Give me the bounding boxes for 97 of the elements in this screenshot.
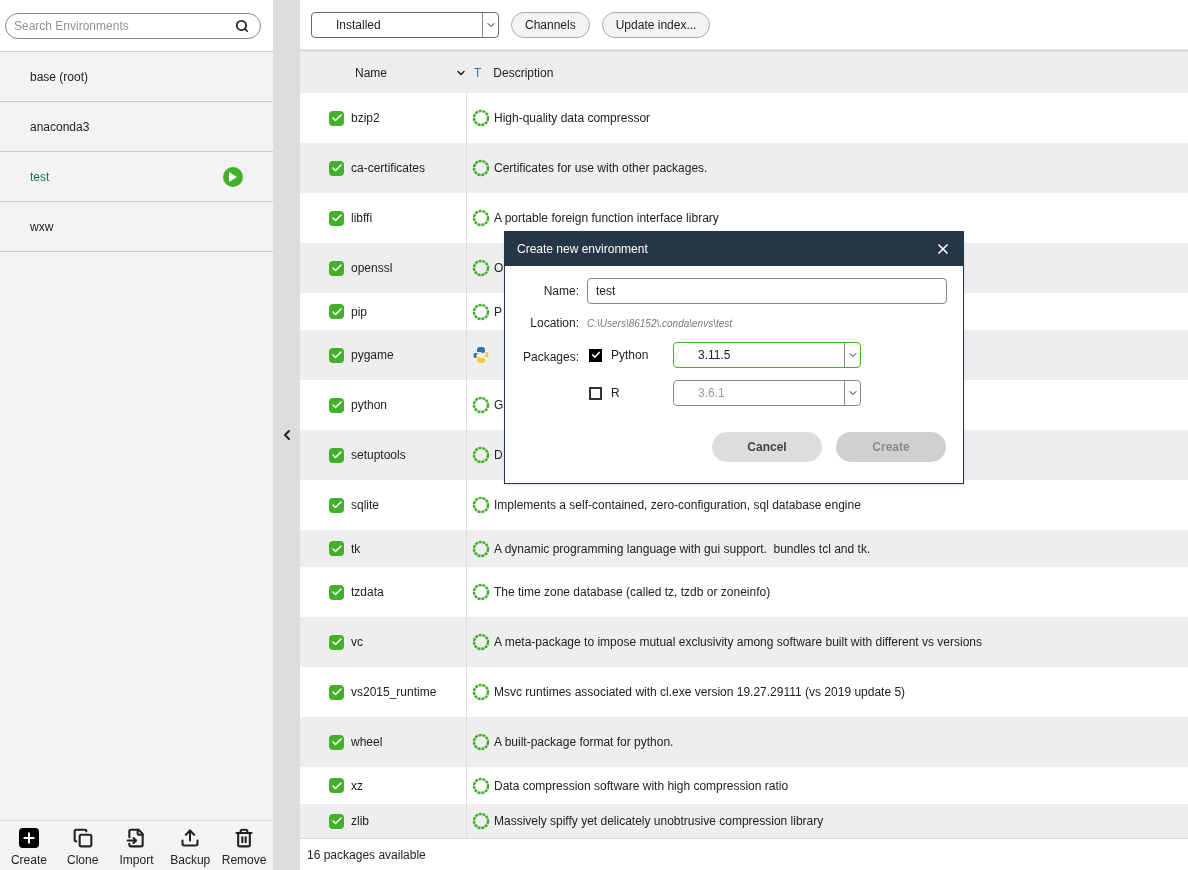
package-name: openssl bbox=[351, 260, 393, 277]
package-description: Implements a self-contained, zero-configuration, sql database engine bbox=[494, 497, 861, 514]
package-name: wheel bbox=[351, 734, 383, 751]
column-header[interactable]: Name bbox=[355, 63, 455, 82]
name-field[interactable]: test bbox=[587, 278, 947, 304]
checkbox[interactable] bbox=[329, 260, 344, 276]
dialog-title: Create new environment bbox=[517, 241, 648, 258]
ring-icon bbox=[472, 539, 490, 558]
package-name: vc bbox=[351, 634, 363, 651]
package-name: tzdata bbox=[351, 584, 384, 601]
checkbox[interactable] bbox=[329, 684, 344, 700]
play-icon[interactable] bbox=[223, 166, 243, 187]
package-description: G bbox=[494, 397, 504, 414]
toolbar-button[interactable]: Backup bbox=[163, 828, 218, 869]
toolbar-button[interactable]: Update index... bbox=[601, 11, 711, 38]
environment-item[interactable]: test bbox=[0, 152, 273, 202]
trash-icon bbox=[234, 828, 255, 848]
package-name: libffi bbox=[351, 210, 373, 227]
package-name: xz bbox=[351, 777, 363, 795]
search-icon bbox=[235, 18, 249, 33]
checkbox[interactable] bbox=[589, 386, 602, 400]
package-name: zlib bbox=[351, 813, 369, 830]
checkbox[interactable] bbox=[329, 447, 344, 463]
ring-icon bbox=[472, 446, 490, 464]
package-description: A meta-package to impose mutual exclusivity among software built with different vs versions bbox=[494, 634, 982, 651]
checkbox[interactable] bbox=[329, 734, 344, 750]
package-label: R bbox=[611, 385, 621, 402]
ring-icon bbox=[472, 812, 490, 830]
ring-icon bbox=[472, 109, 490, 127]
plus-square-icon bbox=[18, 828, 39, 848]
ring-icon bbox=[472, 733, 490, 751]
package-description: P bbox=[494, 303, 502, 321]
package-name: setuptools bbox=[351, 447, 406, 464]
checkbox[interactable] bbox=[329, 210, 344, 226]
ring-icon bbox=[472, 776, 490, 795]
package-name: pip bbox=[351, 303, 367, 321]
package-description: D bbox=[494, 447, 503, 464]
ring-icon bbox=[472, 683, 490, 701]
package-description: Data compression software with high compression ratio bbox=[494, 777, 789, 795]
copy-icon bbox=[72, 828, 93, 848]
ring-icon bbox=[472, 396, 490, 414]
ring-icon bbox=[472, 583, 490, 601]
package-description: A portable foreign function interface library bbox=[494, 210, 719, 227]
location-path: C:\Users\86152\.conda\envs\test bbox=[587, 316, 734, 331]
toolbar-button[interactable]: Remove bbox=[217, 828, 271, 869]
search-field[interactable]: Search Environments bbox=[5, 12, 261, 39]
column-header[interactable]: T bbox=[474, 63, 482, 82]
package-description: Msvc runtimes associated with cl.exe version 19.27.29111 (vs 2019 update 5) bbox=[494, 684, 906, 701]
package-description: O bbox=[494, 260, 504, 277]
checkbox[interactable] bbox=[329, 110, 344, 126]
checkbox[interactable] bbox=[329, 541, 344, 556]
package-name: python bbox=[351, 397, 388, 414]
checkbox[interactable] bbox=[329, 634, 344, 650]
checkbox[interactable] bbox=[329, 584, 344, 600]
checkbox[interactable] bbox=[329, 397, 344, 413]
package-description: The time zone database (called tz, tzdb or zoneinfo) bbox=[494, 584, 771, 601]
checkbox[interactable] bbox=[329, 347, 344, 363]
field-label: Location: bbox=[529, 315, 579, 332]
package-name: tk bbox=[351, 540, 361, 558]
field-label: Name: bbox=[542, 283, 579, 300]
package-description: A dynamic programming language with gui support. bundles tcl and tk. bbox=[494, 540, 871, 558]
package-description: Massively spiffy yet delicately unobtrusive compression library bbox=[494, 813, 824, 830]
package-name: ca-certificates bbox=[351, 160, 426, 177]
toolbar-button[interactable]: Clone bbox=[55, 828, 110, 869]
ring-icon bbox=[472, 496, 490, 514]
toolbar-button[interactable]: Import bbox=[109, 828, 164, 869]
checkbox[interactable] bbox=[329, 778, 344, 793]
filter-dropdown[interactable]: Installed bbox=[311, 11, 499, 38]
dialog-button[interactable]: Cancel bbox=[712, 432, 822, 462]
upload-icon bbox=[180, 828, 201, 848]
field-label: Packages: bbox=[521, 349, 579, 366]
checkbox[interactable] bbox=[589, 348, 602, 362]
package-description: High-quality data compressor bbox=[494, 110, 651, 127]
package-description: Certificates for use with other packages. bbox=[494, 160, 708, 177]
toolbar-button[interactable]: Channels bbox=[511, 11, 590, 38]
toolbar-button[interactable]: Create bbox=[2, 828, 56, 869]
checkbox[interactable] bbox=[329, 304, 344, 319]
close-icon[interactable] bbox=[935, 241, 951, 257]
version-dropdown[interactable]: 3.11.5 bbox=[673, 342, 861, 368]
python-logo-icon bbox=[472, 346, 490, 364]
package-name: pygame bbox=[351, 347, 394, 364]
package-description: A built-package format for python. bbox=[494, 734, 674, 751]
column-header[interactable]: Description bbox=[493, 63, 554, 82]
ring-icon bbox=[472, 209, 490, 227]
package-label: Python bbox=[611, 347, 650, 364]
checkbox[interactable] bbox=[329, 160, 344, 176]
ring-icon bbox=[472, 302, 490, 321]
ring-icon bbox=[472, 159, 490, 177]
package-name: bzip2 bbox=[351, 110, 380, 127]
package-name: sqlite bbox=[351, 497, 379, 514]
ring-icon bbox=[472, 633, 490, 651]
package-name: vs2015_runtime bbox=[351, 684, 437, 701]
file-import-icon bbox=[126, 828, 147, 848]
checkbox[interactable] bbox=[329, 497, 344, 513]
status-text: 16 packages available bbox=[307, 846, 426, 864]
checkbox[interactable] bbox=[329, 813, 344, 829]
ring-icon bbox=[472, 259, 490, 277]
